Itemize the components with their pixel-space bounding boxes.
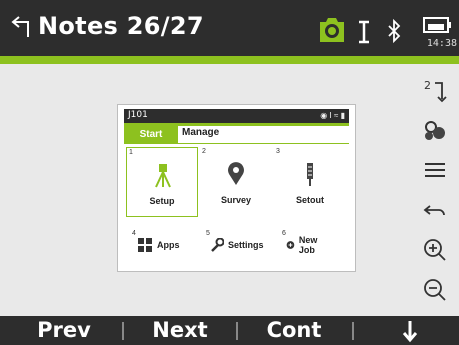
softkey-bar: Prev Next Cont: [0, 316, 459, 345]
apps-number: 4: [132, 230, 136, 237]
battery-level-icon: [359, 20, 369, 44]
tile-number: 1: [129, 149, 133, 156]
tile-number: 3: [276, 148, 280, 155]
preview-header: J101 ◉ Ⅰ ≈ ▮: [124, 109, 349, 123]
undo-arrow-icon: [423, 205, 445, 216]
softkey-separator: [122, 322, 124, 340]
next-button[interactable]: Next: [130, 316, 230, 345]
notes-screen: Notes 26/27 14:38 J101 ◉ Ⅰ ≈ ▮ Start Man…: [0, 0, 459, 345]
cont-button[interactable]: Cont: [244, 316, 344, 345]
text-position-icon: 2: [424, 79, 447, 103]
group-tool[interactable]: [419, 114, 451, 146]
tile-setout: 3 Setout: [274, 147, 346, 217]
back-arrow-icon[interactable]: [10, 14, 36, 40]
settings-item: Settings: [210, 233, 264, 257]
page-title: Notes 26/27: [38, 12, 204, 40]
apps-label: Apps: [157, 240, 180, 250]
new-job-label: New Job: [298, 235, 318, 255]
accent-rule: [0, 56, 459, 64]
new-job-item: New Job: [286, 233, 323, 257]
preview-title: J101: [128, 110, 148, 120]
stakeout-pole-icon: [307, 163, 313, 186]
screen-preview: J101 ◉ Ⅰ ≈ ▮ Start Manage 1 Setup 2 Surv…: [117, 104, 356, 272]
preview-status-icons: ◉ Ⅰ ≈ ▮: [320, 111, 345, 120]
down-arrow-icon: [402, 321, 418, 343]
preview-tab-rule: [124, 143, 349, 144]
tab-manage: Manage: [182, 127, 220, 138]
tile-label: Setout: [296, 195, 324, 205]
apps-grid-icon: [138, 238, 152, 252]
menu-lines-icon: [425, 163, 445, 177]
group-icon: [425, 121, 445, 140]
wrench-icon: [211, 238, 224, 252]
clock: 14:38: [426, 38, 457, 49]
tool-column: 2: [411, 64, 459, 316]
undo-tool[interactable]: [419, 194, 451, 226]
bluetooth-icon: [388, 18, 401, 44]
down-arrow-button[interactable]: [380, 316, 440, 345]
settings-label: Settings: [228, 240, 264, 250]
svg-text:2: 2: [424, 79, 431, 92]
zoom-in-tool[interactable]: [419, 234, 451, 266]
tile-label: Setup: [149, 196, 175, 206]
tile-survey: 2 Survey: [200, 147, 272, 217]
apps-item: Apps: [138, 233, 180, 257]
tab-start: Start: [124, 126, 178, 143]
title-bar: Notes 26/27 14:38: [0, 0, 459, 56]
tripod-icon: [155, 164, 171, 188]
zoom-in-icon: [424, 239, 446, 261]
softkey-separator: [236, 322, 238, 340]
location-pin-icon: [228, 162, 244, 185]
menu-tool[interactable]: [419, 154, 451, 186]
tile-label: Survey: [220, 195, 252, 205]
tile-number: 2: [202, 148, 206, 155]
tile-setup: 1 Setup: [126, 147, 198, 217]
text-position-tool[interactable]: 2: [419, 74, 451, 106]
camera-target-icon: [320, 18, 344, 42]
zoom-out-tool[interactable]: [419, 274, 451, 306]
prev-button[interactable]: Prev: [14, 316, 114, 345]
zoom-out-icon: [424, 279, 446, 301]
new-job-icon: [286, 241, 295, 249]
softkey-separator: [352, 322, 354, 340]
